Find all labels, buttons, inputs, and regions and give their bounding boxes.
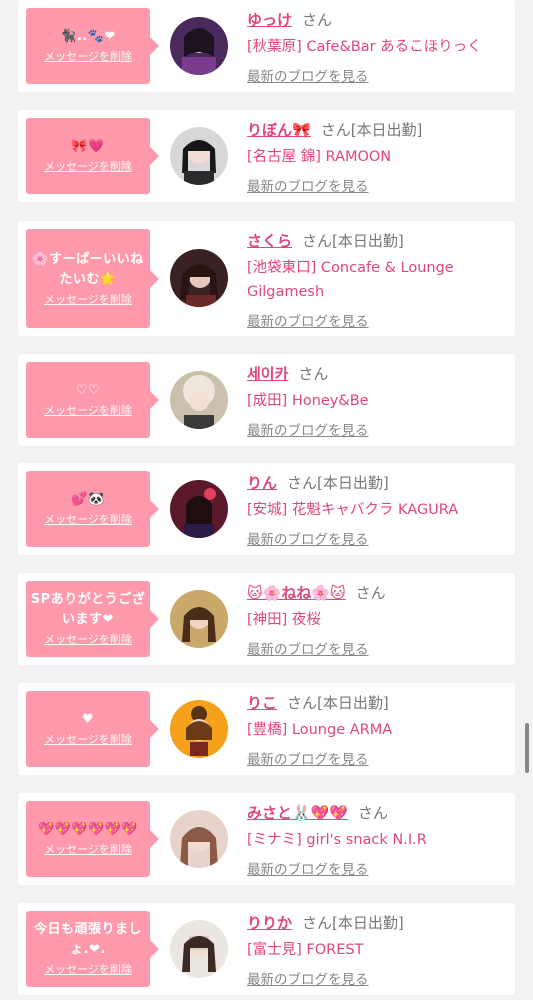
status-badge: [本日出勤] xyxy=(332,914,404,932)
delete-message-link[interactable]: メッセージを削除 xyxy=(44,732,132,748)
honorific: さん xyxy=(355,584,386,602)
latest-blog-link[interactable]: 最新のブログを見る xyxy=(247,419,369,439)
shop-name: [ミナミ] girl's snack N.I.R xyxy=(247,832,427,848)
entry-info: さくら さん[本日出勤] [池袋東口] Concafe & Lounge Gilg… xyxy=(247,230,507,330)
avatar[interactable] xyxy=(170,920,228,978)
message-text: 🌸すーぱーいいねたいむ🌟 xyxy=(32,251,144,287)
status-badge: [本日出勤] xyxy=(332,232,404,250)
scrollbar[interactable] xyxy=(525,723,529,773)
shop-name: [神田] 夜桜 xyxy=(247,612,321,628)
entry-info: 세이카 さん [成田] Honey&Be 最新のブログを見る xyxy=(247,363,507,439)
delete-message-link[interactable]: メッセージを削除 xyxy=(44,403,132,419)
list-item: ♥ メッセージを削除 りこ さん[本日出勤] [豊橋] Lounge ARMA 最… xyxy=(18,683,515,775)
cast-name-link[interactable]: さくら xyxy=(247,232,292,250)
status-badge: [本日出勤] xyxy=(317,474,389,492)
avatar[interactable] xyxy=(170,371,228,429)
cast-name-link[interactable]: 세이카 xyxy=(247,365,288,383)
message-bubble: 🎀💗 メッセージを削除 xyxy=(26,118,159,194)
message-text: ♥ xyxy=(81,712,95,727)
message-bubble: 今日も頑張りましょ.❤. メッセージを削除 xyxy=(26,911,159,987)
cast-name-link[interactable]: 🐱🌸ねね🌸🐱 xyxy=(247,584,346,602)
shop-name: [秋葉原] Cafe&Bar あるこほりっく xyxy=(247,39,482,55)
status-badge: [本日出勤] xyxy=(317,694,389,712)
honorific: さん xyxy=(298,365,329,383)
latest-blog-link[interactable]: 最新のブログを見る xyxy=(247,858,369,878)
message-text: 🎀💗 xyxy=(71,139,105,154)
entry-info: りこ さん[本日出勤] [豊橋] Lounge ARMA 最新のブログを見る xyxy=(247,692,507,768)
avatar[interactable] xyxy=(170,810,228,868)
list-item: 💕🐼 メッセージを削除 りん さん[本日出勤] [安城] 花魁キャバクラ KAGU… xyxy=(18,463,515,555)
cast-name-link[interactable]: りこ xyxy=(247,694,277,712)
honorific: さん xyxy=(302,11,333,29)
entry-info: 🐱🌸ねね🌸🐱 さん [神田] 夜桜 最新のブログを見る xyxy=(247,582,507,658)
message-bubble: 💖💖💖💖💖💖 メッセージを削除 xyxy=(26,801,159,877)
entry-info: みさと🐰💖💖 さん [ミナミ] girl's snack N.I.R 最新のブログ… xyxy=(247,802,507,878)
delete-message-link[interactable]: メッセージを削除 xyxy=(44,292,132,308)
message-text: SPありがとうございます❤ xyxy=(30,592,146,627)
entry-info: りりか さん[本日出勤] [富士見] FOREST 最新のブログを見る xyxy=(247,912,507,988)
delete-message-link[interactable]: メッセージを削除 xyxy=(44,49,132,65)
latest-blog-link[interactable]: 最新のブログを見る xyxy=(247,310,369,330)
avatar[interactable] xyxy=(170,700,228,758)
entry-info: りん さん[本日出勤] [安城] 花魁キャバクラ KAGURA 最新のブログを見る xyxy=(247,472,507,548)
delete-message-link[interactable]: メッセージを削除 xyxy=(44,512,132,528)
list-item: 🌸すーぱーいいねたいむ🌟 メッセージを削除 さくら さん[本日出勤] [池袋東口]… xyxy=(18,221,515,336)
honorific: さん xyxy=(302,914,333,932)
latest-blog-link[interactable]: 最新のブログを見る xyxy=(247,638,369,658)
avatar[interactable] xyxy=(170,17,228,75)
message-text: 今日も頑張りましょ.❤. xyxy=(33,922,142,957)
avatar[interactable] xyxy=(170,590,228,648)
avatar[interactable] xyxy=(170,249,228,307)
shop-name: [富士見] FOREST xyxy=(247,942,364,958)
shop-name: [安城] 花魁キャバクラ KAGURA xyxy=(247,502,459,518)
list-item: 💖💖💖💖💖💖 メッセージを削除 みさと🐰💖💖 さん [ミナミ] girl's sn… xyxy=(18,793,515,885)
latest-blog-link[interactable]: 最新のブログを見る xyxy=(247,528,369,548)
message-text: 💖💖💖💖💖💖 xyxy=(37,822,139,837)
list-item: 🎀💗 メッセージを削除 りぼん🎀 さん[本日出勤] [名古屋 錦] RAMOON … xyxy=(18,110,515,202)
message-text: 💕🐼 xyxy=(71,492,105,507)
latest-blog-link[interactable]: 最新のブログを見る xyxy=(247,175,369,195)
latest-blog-link[interactable]: 最新のブログを見る xyxy=(247,65,369,85)
honorific: さん xyxy=(320,121,351,139)
list-item: 今日も頑張りましょ.❤. メッセージを削除 りりか さん[本日出勤] [富士見] … xyxy=(18,903,515,995)
shop-name: [豊橋] Lounge ARMA xyxy=(247,722,393,738)
entry-info: ゆっけ さん [秋葉原] Cafe&Bar あるこほりっく 最新のブログを見る xyxy=(247,9,507,85)
list-item: ♡♡ メッセージを削除 세이카 さん [成田] Honey&Be 最新のブログを見… xyxy=(18,354,515,446)
avatar[interactable] xyxy=(170,480,228,538)
cast-name-link[interactable]: ゆっけ xyxy=(247,11,292,29)
message-bubble: 💕🐼 メッセージを削除 xyxy=(26,471,159,547)
entry-info: りぼん🎀 さん[本日出勤] [名古屋 錦] RAMOON 最新のブログを見る xyxy=(247,119,507,195)
latest-blog-link[interactable]: 最新のブログを見る xyxy=(247,748,369,768)
message-bubble: ♡♡ メッセージを削除 xyxy=(26,362,159,438)
delete-message-link[interactable]: メッセージを削除 xyxy=(44,842,132,858)
status-badge: [本日出勤] xyxy=(350,121,423,139)
cast-name-link[interactable]: みさと🐰💖💖 xyxy=(247,804,348,822)
cast-name-link[interactable]: りぼん🎀 xyxy=(247,121,311,139)
delete-message-link[interactable]: メッセージを削除 xyxy=(44,632,132,648)
message-text: ♡♡ xyxy=(75,383,101,398)
delete-message-link[interactable]: メッセージを削除 xyxy=(44,962,132,978)
avatar[interactable] xyxy=(170,127,228,185)
shop-name: [成田] Honey&Be xyxy=(247,393,369,409)
cast-name-link[interactable]: りん xyxy=(247,474,277,492)
message-bubble: 🌸すーぱーいいねたいむ🌟 メッセージを削除 xyxy=(26,229,159,328)
delete-message-link[interactable]: メッセージを削除 xyxy=(44,159,132,175)
list-item: 🐈‍⬛..🐾❤ メッセージを削除 ゆっけ さん [秋葉原] Cafe&Bar ある… xyxy=(18,0,515,92)
list-item: SPありがとうございます❤ メッセージを削除 🐱🌸ねね🌸🐱 さん [神田] 夜桜 … xyxy=(18,573,515,665)
message-text: 🐈‍⬛..🐾❤ xyxy=(60,29,116,44)
honorific: さん xyxy=(287,694,318,712)
honorific: さん xyxy=(287,474,318,492)
message-bubble: SPありがとうございます❤ メッセージを削除 xyxy=(26,581,159,657)
message-list: 🐈‍⬛..🐾❤ メッセージを削除 ゆっけ さん [秋葉原] Cafe&Bar ある… xyxy=(0,0,533,1000)
latest-blog-link[interactable]: 最新のブログを見る xyxy=(247,968,369,988)
shop-name: [池袋東口] Concafe & Lounge Gilgamesh xyxy=(247,260,454,300)
honorific: さん xyxy=(302,232,333,250)
message-bubble: ♥ メッセージを削除 xyxy=(26,691,159,767)
honorific: さん xyxy=(358,804,389,822)
message-bubble: 🐈‍⬛..🐾❤ メッセージを削除 xyxy=(26,8,159,84)
cast-name-link[interactable]: りりか xyxy=(247,914,292,932)
shop-name: [名古屋 錦] RAMOON xyxy=(247,149,392,165)
